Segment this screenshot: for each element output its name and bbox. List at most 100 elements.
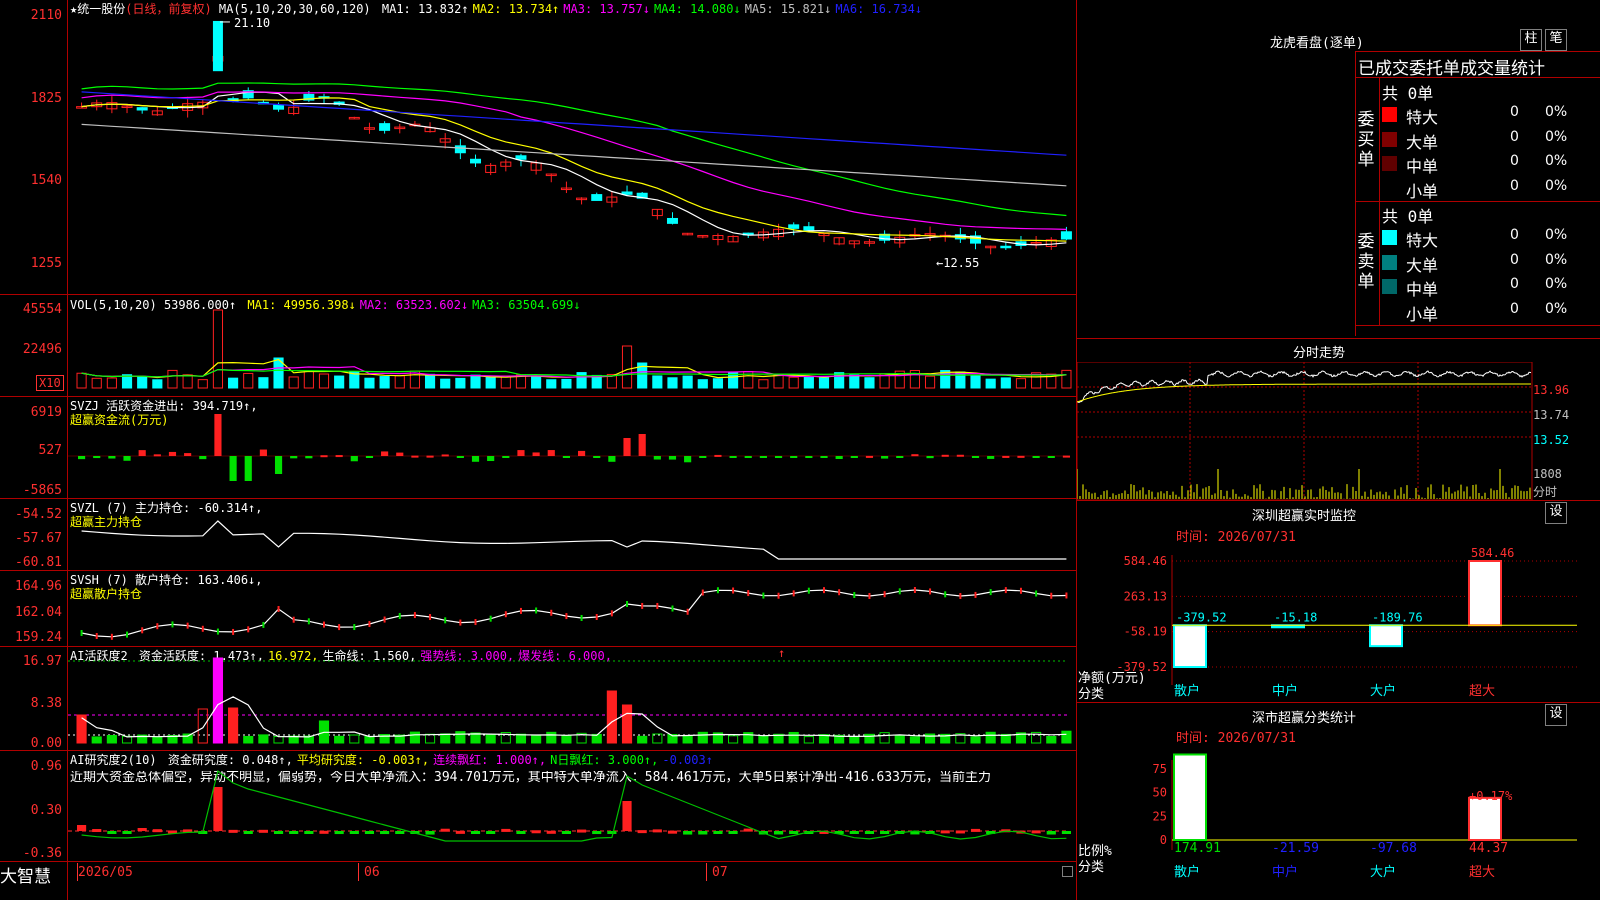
volume-bar — [137, 376, 148, 389]
volume-bar — [228, 377, 239, 389]
flow-bar — [108, 456, 116, 459]
main-position-chart[interactable] — [68, 499, 1076, 570]
volume-bar — [985, 378, 996, 389]
y-tick: 159.24 — [15, 630, 62, 645]
order-pct: 0% — [1545, 251, 1568, 268]
flow-bar — [532, 452, 540, 456]
flow-bar — [78, 456, 86, 460]
research-bar — [577, 829, 587, 833]
sell-side-label: 委卖单 — [1357, 232, 1375, 292]
order-type: 特大 — [1406, 231, 1439, 250]
candle-body — [470, 158, 482, 164]
activity-bar — [728, 735, 739, 744]
y-tick: -58.19 — [1124, 625, 1167, 639]
research-bar — [137, 828, 147, 831]
intraday-chart[interactable] — [1077, 362, 1600, 502]
category-label: 散户 — [1174, 683, 1200, 699]
sell-total: 共 0单 — [1382, 207, 1434, 226]
y-tick: 0.00 — [30, 736, 62, 751]
stats-header: 已成交委托单成交量统计 — [1358, 59, 1545, 79]
order-row: 中单 0 0% — [1382, 153, 1600, 176]
activity-bar — [985, 731, 996, 744]
volume-bar — [652, 375, 663, 389]
research-bar — [334, 831, 344, 835]
order-pct: 0% — [1545, 276, 1568, 292]
y-tick: 75 — [1153, 762, 1167, 776]
vol-unit: X10 — [36, 375, 64, 391]
activity-bar — [894, 734, 905, 744]
category-label: 大户 — [1370, 864, 1396, 880]
classify-settings-button[interactable]: 设 — [1545, 704, 1567, 726]
monitor-settings-button[interactable]: 设 — [1545, 502, 1567, 524]
lock-icon[interactable] — [1062, 866, 1073, 877]
flow-bar — [987, 456, 995, 459]
tick-mode-button[interactable]: 笔 — [1545, 29, 1567, 51]
volume-bar — [470, 374, 481, 389]
ma-line — [81, 97, 1067, 242]
ai-research-chart[interactable] — [68, 751, 1076, 861]
buy-side-label: 委买单 — [1357, 110, 1375, 170]
activity-bar — [364, 735, 375, 744]
ma-line — [81, 123, 1067, 187]
candlestick-chart[interactable] — [68, 0, 1076, 294]
volume-bar — [970, 375, 981, 389]
research-bar — [652, 829, 662, 833]
y-tick: 1825 — [30, 91, 62, 106]
value-label: -189.76 — [1372, 610, 1423, 624]
volume-bar — [197, 379, 208, 389]
flow-bar — [653, 456, 661, 460]
volume-bar — [682, 375, 693, 389]
flow-bar — [411, 455, 419, 458]
separator — [0, 861, 1077, 862]
research-bar — [516, 831, 526, 834]
intraday-y-tick: 13.96 — [1533, 383, 1570, 397]
flow-bar — [668, 456, 677, 460]
flow-bar — [1002, 455, 1010, 458]
volume-bar — [758, 379, 769, 389]
flow-bar — [820, 456, 828, 458]
order-type: 中单 — [1406, 280, 1439, 299]
flow-bar — [562, 456, 570, 458]
classify-title: 深市超赢分类统计 — [1252, 711, 1357, 726]
flow-bar — [305, 456, 313, 459]
activity-bar — [849, 736, 860, 744]
research-bar — [667, 830, 678, 834]
flow-bar — [850, 456, 858, 458]
flow-bar — [941, 454, 949, 457]
y-tick: 1540 — [30, 173, 62, 188]
volume-bar — [697, 379, 708, 389]
separator — [1077, 500, 1600, 501]
research-bar — [1031, 830, 1041, 834]
y-tick: 16.97 — [22, 654, 62, 669]
date-tick — [77, 863, 78, 881]
order-row: 特大 0 0% — [1382, 227, 1600, 250]
classify-bar-chart[interactable]: 75 50 25 0 174.91 散户 -21.59 中户 -97.68 大户 44.37 超大 +0… — [1077, 740, 1600, 900]
order-count: 0 — [1510, 227, 1519, 243]
flow-bar — [502, 456, 510, 458]
order-count: 0 — [1510, 276, 1519, 292]
flow-bar — [456, 456, 464, 458]
fundflow-chart[interactable] — [68, 397, 1076, 498]
flow-bar — [138, 450, 146, 456]
y-tick: -379.52 — [1116, 660, 1167, 674]
volume-chart[interactable] — [68, 295, 1076, 396]
activity-bar — [409, 731, 420, 744]
research-bar — [849, 831, 859, 834]
monitor-title: 深圳超赢实时监控 — [1252, 509, 1357, 524]
y-tick: -57.67 — [15, 531, 62, 546]
activity-bar — [758, 735, 769, 744]
ai-activity-chart[interactable]: ↑ — [68, 647, 1076, 750]
value-label: 584.46 — [1471, 546, 1514, 560]
separator — [1355, 201, 1600, 202]
research-bar — [455, 830, 465, 834]
bar-mode-button[interactable]: 柱 — [1520, 29, 1542, 51]
y-tick: -60.81 — [15, 555, 62, 570]
flow-bar — [199, 456, 207, 460]
activity-bar — [349, 734, 360, 744]
candle-body — [666, 217, 678, 224]
date-label: 07 — [712, 865, 728, 880]
order-pct: 0% — [1545, 128, 1568, 145]
volume-bar — [864, 377, 875, 389]
retail-position-chart[interactable] — [68, 571, 1076, 646]
monitor-bar-chart[interactable]: 584.46 263.13 -58.19 -379.52 -379.52 散户 -15.18… — [1077, 540, 1600, 700]
